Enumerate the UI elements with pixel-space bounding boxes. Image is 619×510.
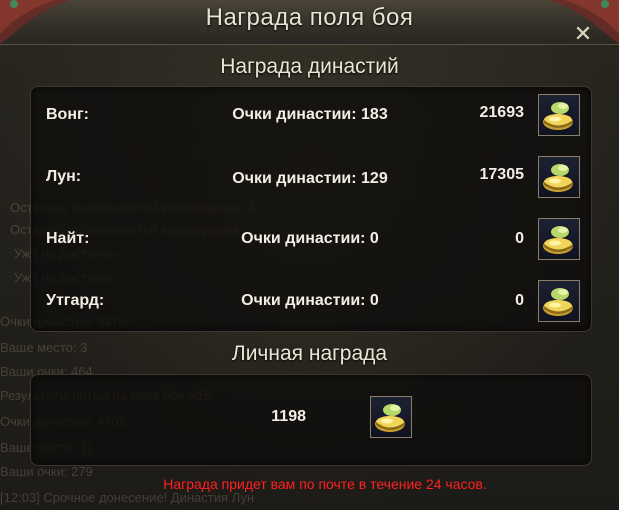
reward-chest-button[interactable] [538, 218, 580, 260]
mail-notice-text: Награда придет вам по почте в течение 24… [163, 476, 487, 492]
dynasty-name: Лун: [46, 168, 82, 185]
dynasty-name: Утгард: [46, 292, 105, 309]
treasure-chest-icon [543, 164, 573, 192]
window-title: Награда поля боя [205, 4, 414, 31]
treasure-chest-icon [375, 404, 405, 432]
dynasty-name: Вонг: [46, 106, 89, 123]
dynasty-points: Очки династии: 0 [241, 230, 379, 247]
close-button[interactable]: ✕ [571, 22, 595, 46]
treasure-chest-icon [543, 288, 573, 316]
reward-chest-button[interactable] [538, 280, 580, 322]
treasure-chest-icon [543, 102, 573, 130]
dynasty-points: Очки династии: 183 [232, 106, 388, 123]
personal-reward-title: Личная награда [231, 342, 388, 365]
dynasty-reward-amount: 0 [515, 230, 524, 247]
dynasty-reward-amount: 0 [515, 292, 524, 309]
dynasty-points: Очки династии: 0 [241, 292, 379, 309]
chat-line: [12:03] Срочное донесение! Династия Лун [0, 490, 255, 505]
dynasty-points: Очки династии: 129 [232, 170, 388, 187]
personal-reward-chest-button[interactable] [370, 396, 412, 438]
reward-chest-button[interactable] [538, 94, 580, 136]
reward-chest-button[interactable] [538, 156, 580, 198]
title-bar[interactable]: Награда поля боя [0, 0, 619, 45]
treasure-chest-icon [543, 226, 573, 254]
dynasty-name: Найт: [46, 230, 90, 247]
personal-reward-panel [30, 374, 592, 466]
dynasty-reward-title: Награда династий [220, 55, 399, 78]
personal-reward-amount: 1198 [271, 408, 306, 425]
battlefield-reward-window: Осталось возможностей возрождения: 3 Ост… [0, 0, 619, 510]
dynasty-reward-amount: 21693 [479, 104, 525, 121]
close-icon: ✕ [573, 21, 593, 46]
dynasty-reward-amount: 17305 [479, 166, 525, 183]
